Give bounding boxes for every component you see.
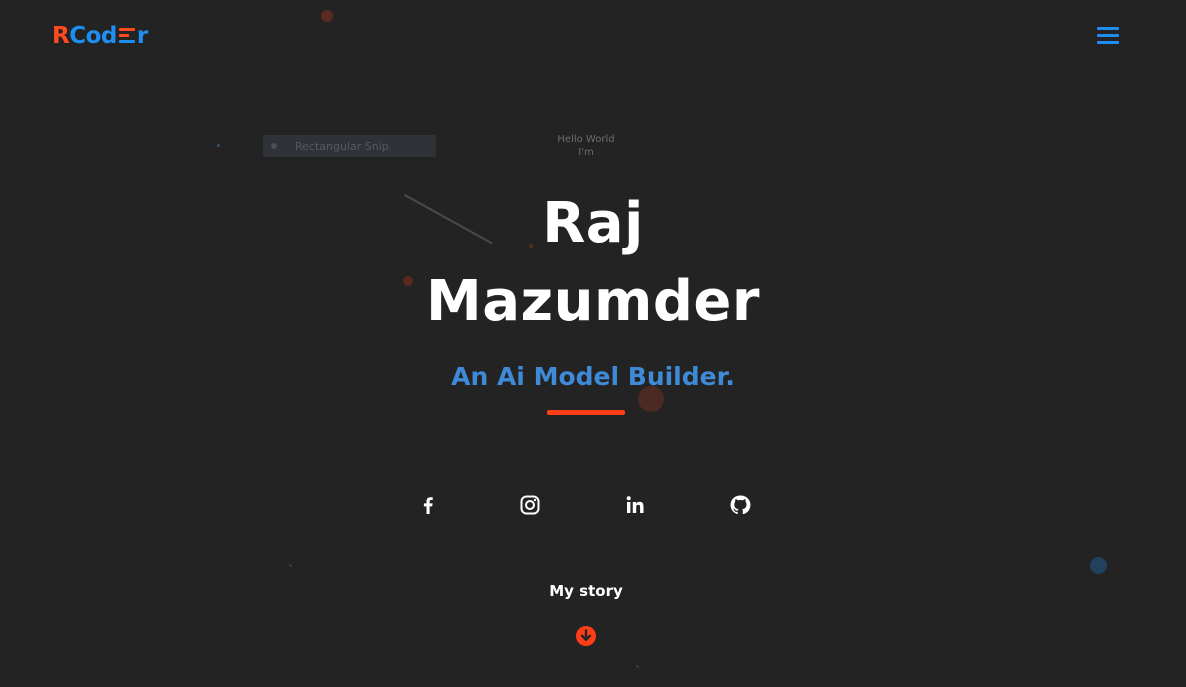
github-icon[interactable] xyxy=(728,493,752,517)
logo-letters-cod: Cod xyxy=(69,23,117,49)
hero-name: Raj Mazumder xyxy=(343,185,843,341)
site-logo[interactable]: RCod r xyxy=(52,22,148,50)
rectangular-snip-overlay: Rectangular Snip xyxy=(263,135,436,157)
bg-particle xyxy=(289,564,292,567)
bg-particle xyxy=(217,144,220,147)
my-story-link[interactable]: My story xyxy=(486,581,686,601)
tagline-underline xyxy=(547,410,625,415)
hamburger-icon[interactable] xyxy=(1097,26,1119,46)
bg-particle xyxy=(321,10,333,22)
hero-name-last: Mazumder xyxy=(425,269,760,334)
greeting-line-2: I'm xyxy=(578,147,594,158)
logo-letter-r-tail: r xyxy=(136,23,148,49)
facebook-icon[interactable] xyxy=(416,493,440,517)
bg-particle xyxy=(636,665,639,668)
snip-label: Rectangular Snip xyxy=(295,139,389,153)
instagram-icon[interactable] xyxy=(518,493,542,517)
hero-name-first: Raj xyxy=(542,191,644,256)
greeting: Hello World I'm xyxy=(486,133,686,159)
bg-particle xyxy=(1090,557,1107,574)
arrow-down-circle-icon[interactable] xyxy=(576,626,596,646)
linkedin-icon[interactable] xyxy=(623,493,647,517)
logo-letter-r: R xyxy=(52,23,70,49)
greeting-line-1: Hello World xyxy=(557,134,615,145)
landing-page: Rectangular Snip RCod r Hello World I'm R… xyxy=(0,0,1186,687)
logo-e-mark-icon xyxy=(118,26,136,44)
hero-tagline: An Ai Model Builder. xyxy=(451,362,735,391)
snip-icon xyxy=(271,143,277,149)
